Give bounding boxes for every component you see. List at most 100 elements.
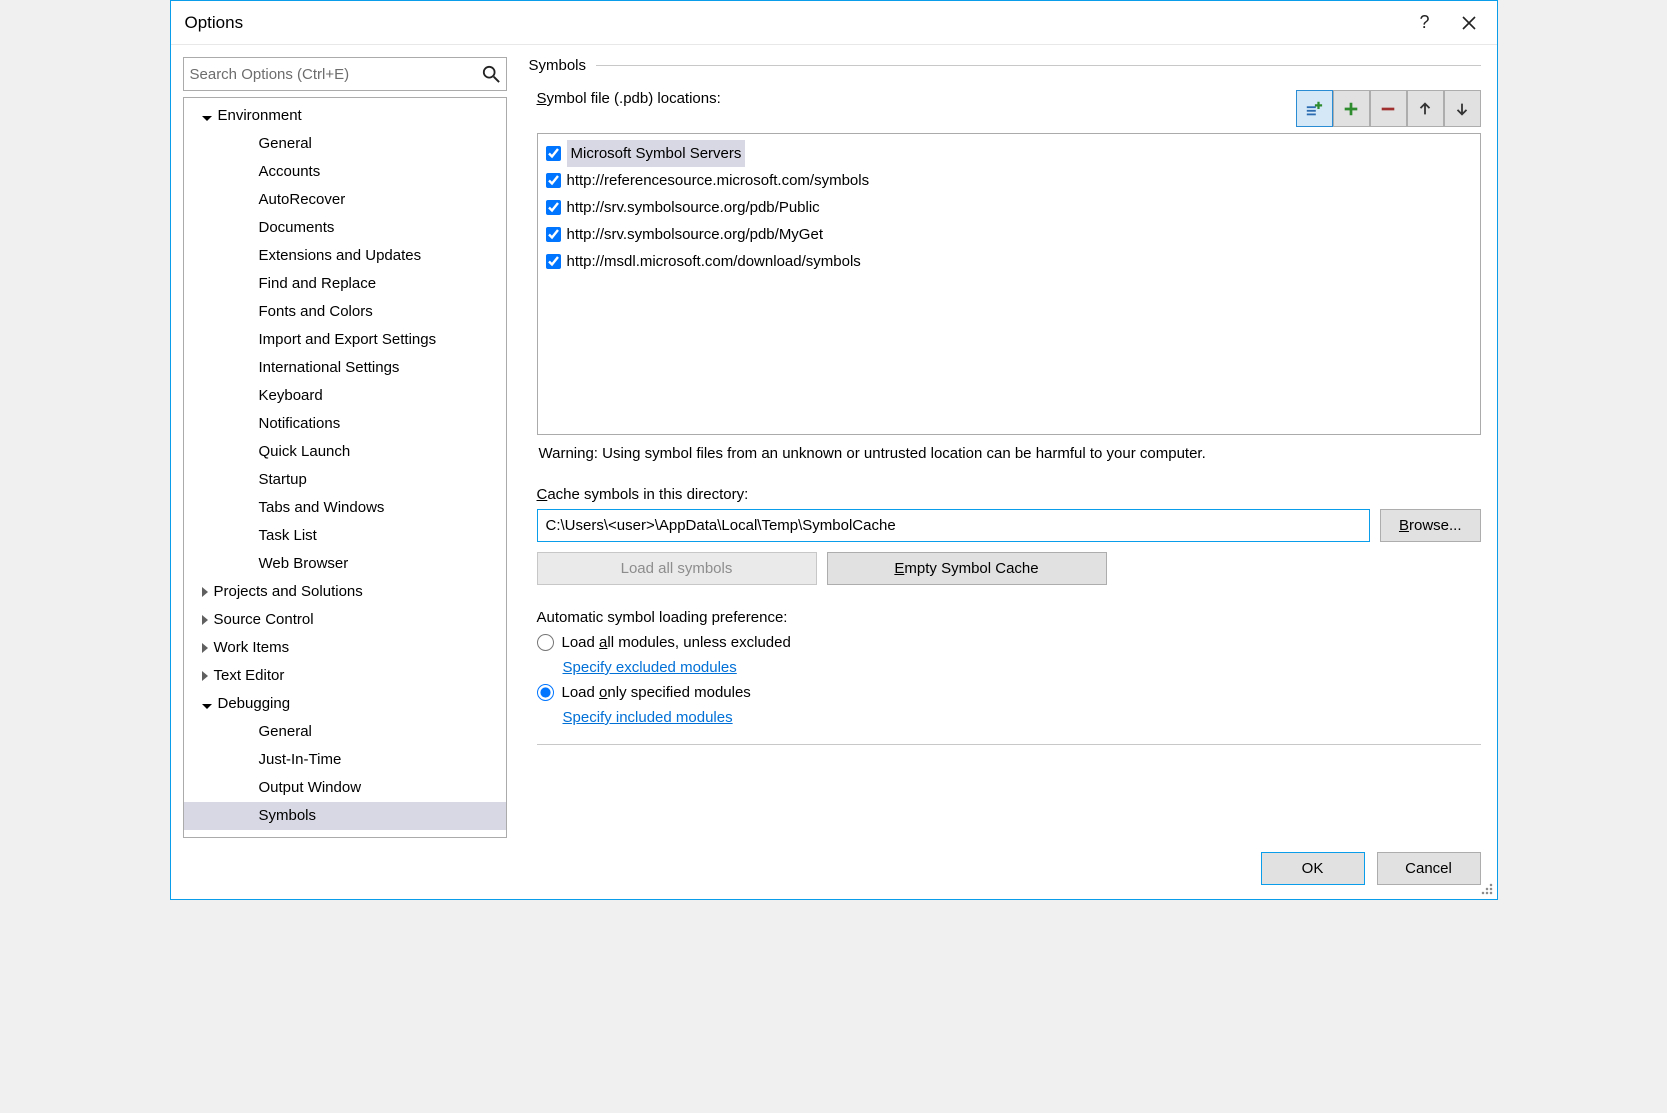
tree-item[interactable]: Environment <box>184 102 506 130</box>
auto-pref-label: Automatic symbol loading preference: <box>537 609 1481 626</box>
tree-item[interactable]: Find and Replace <box>184 270 506 298</box>
tree-item-label: Just-In-Time <box>259 751 342 768</box>
symbol-location-checkbox[interactable] <box>546 200 561 215</box>
tree-item-label: Notifications <box>259 415 341 432</box>
tree-item-label: Extensions and Updates <box>259 247 422 264</box>
tree-item-label: Fonts and Colors <box>259 303 373 320</box>
tree-item[interactable]: Task List <box>184 522 506 550</box>
tree-item[interactable]: Output Window <box>184 774 506 802</box>
tree-item[interactable]: Quick Launch <box>184 438 506 466</box>
search-icon <box>482 65 500 83</box>
radio-load-only-input[interactable] <box>537 684 554 701</box>
tree-item[interactable]: General <box>184 130 506 158</box>
tree-item-label: Startup <box>259 471 307 488</box>
specify-included-link[interactable]: Specify included modules <box>563 709 1481 726</box>
tree-item[interactable]: IntelliTrace <box>184 830 506 838</box>
tree-item[interactable]: Notifications <box>184 410 506 438</box>
ok-button[interactable]: OK <box>1261 852 1365 885</box>
tree-item-label: International Settings <box>259 359 400 376</box>
tree-item[interactable]: Fonts and Colors <box>184 298 506 326</box>
options-tree[interactable]: Environment General Accounts AutoRecover Doc… <box>183 97 507 838</box>
chevron-right-icon <box>202 587 208 597</box>
move-down-button[interactable] <box>1444 90 1481 127</box>
divider <box>537 744 1481 745</box>
tree-item[interactable]: AutoRecover <box>184 186 506 214</box>
symbol-location-item[interactable]: Microsoft Symbol Servers <box>546 140 1472 167</box>
remove-button[interactable] <box>1370 90 1407 127</box>
radio-load-all-input[interactable] <box>537 634 554 651</box>
tree-item[interactable]: Accounts <box>184 158 506 186</box>
close-button[interactable] <box>1447 8 1491 38</box>
tree-item[interactable]: Work Items <box>184 634 506 662</box>
browse-button[interactable]: Browse... <box>1380 509 1481 542</box>
cache-label: Cache symbols in this directory: <box>537 486 1481 503</box>
divider <box>596 65 1480 66</box>
search-input[interactable] <box>190 66 482 83</box>
tree-item[interactable]: Import and Export Settings <box>184 326 506 354</box>
tree-item[interactable]: Documents <box>184 214 506 242</box>
tree-item[interactable]: Text Editor <box>184 662 506 690</box>
chevron-down-icon <box>202 704 212 709</box>
symbol-location-checkbox[interactable] <box>546 146 561 161</box>
window-title: Options <box>185 13 244 33</box>
chevron-right-icon <box>202 615 208 625</box>
empty-cache-button[interactable]: Empty Symbol Cache <box>827 552 1107 585</box>
tree-item[interactable]: General <box>184 718 506 746</box>
load-all-symbols-button: Load all symbols <box>537 552 817 585</box>
move-up-button[interactable] <box>1407 90 1444 127</box>
symbol-locations-list[interactable]: Microsoft Symbol Servershttp://reference… <box>537 133 1481 435</box>
tree-item[interactable]: Source Control <box>184 606 506 634</box>
tree-item-label: Find and Replace <box>259 275 377 292</box>
add-server-button[interactable] <box>1296 90 1333 127</box>
resize-grip[interactable] <box>1481 883 1493 895</box>
tree-item-label: Symbols <box>259 807 317 824</box>
tree-item-label: Web Browser <box>259 555 349 572</box>
radio-load-only[interactable]: Load only specified modules <box>537 684 1481 701</box>
symbol-location-checkbox[interactable] <box>546 173 561 188</box>
tree-item-label: General <box>259 135 312 152</box>
radio-load-all[interactable]: Load all modules, unless excluded <box>537 634 1481 651</box>
tree-item-label: Documents <box>259 219 335 236</box>
tree-item-label: Work Items <box>214 639 290 656</box>
dialog-footer: OK Cancel <box>171 838 1497 899</box>
tree-item-label: Accounts <box>259 163 321 180</box>
tree-item[interactable]: Web Browser <box>184 550 506 578</box>
section-header: Symbols <box>529 57 1481 74</box>
warning-text: Warning: Using symbol files from an unkn… <box>539 445 1479 462</box>
chevron-down-icon <box>202 116 212 121</box>
tree-item[interactable]: Tabs and Windows <box>184 494 506 522</box>
section-title: Symbols <box>529 57 587 74</box>
cache-directory-input[interactable] <box>537 509 1370 542</box>
specify-excluded-link[interactable]: Specify excluded modules <box>563 659 1481 676</box>
cancel-button[interactable]: Cancel <box>1377 852 1481 885</box>
options-dialog: Options ? Environment General Accounts Auto… <box>170 0 1498 900</box>
add-button[interactable] <box>1333 90 1370 127</box>
symbol-location-checkbox[interactable] <box>546 227 561 242</box>
tree-item[interactable]: International Settings <box>184 354 506 382</box>
symbol-location-item[interactable]: http://msdl.microsoft.com/download/symbo… <box>546 248 1472 275</box>
tree-item-label: Quick Launch <box>259 443 351 460</box>
tree-item[interactable]: Just-In-Time <box>184 746 506 774</box>
tree-item-label: Keyboard <box>259 387 323 404</box>
tree-item-label: Environment <box>218 107 302 124</box>
tree-item[interactable]: Projects and Solutions <box>184 578 506 606</box>
tree-item[interactable]: Startup <box>184 466 506 494</box>
symbol-location-item[interactable]: http://srv.symbolsource.org/pdb/Public <box>546 194 1472 221</box>
symbol-location-item[interactable]: http://referencesource.microsoft.com/sym… <box>546 167 1472 194</box>
tree-item[interactable]: Symbols <box>184 802 506 830</box>
title-bar: Options ? <box>171 1 1497 45</box>
search-box[interactable] <box>183 57 507 91</box>
tree-item[interactable]: Extensions and Updates <box>184 242 506 270</box>
tree-item[interactable]: Keyboard <box>184 382 506 410</box>
help-button[interactable]: ? <box>1403 8 1447 38</box>
chevron-right-icon <box>202 671 208 681</box>
tree-item-label: Tabs and Windows <box>259 499 385 516</box>
locations-toolbar <box>1296 90 1481 127</box>
symbol-location-checkbox[interactable] <box>546 254 561 269</box>
tree-item-label: General <box>259 723 312 740</box>
tree-item[interactable]: Debugging <box>184 690 506 718</box>
tree-item-label: Task List <box>259 527 317 544</box>
sidebar: Environment General Accounts AutoRecover Doc… <box>171 45 515 838</box>
symbol-location-item[interactable]: http://srv.symbolsource.org/pdb/MyGet <box>546 221 1472 248</box>
close-icon <box>1462 16 1476 30</box>
